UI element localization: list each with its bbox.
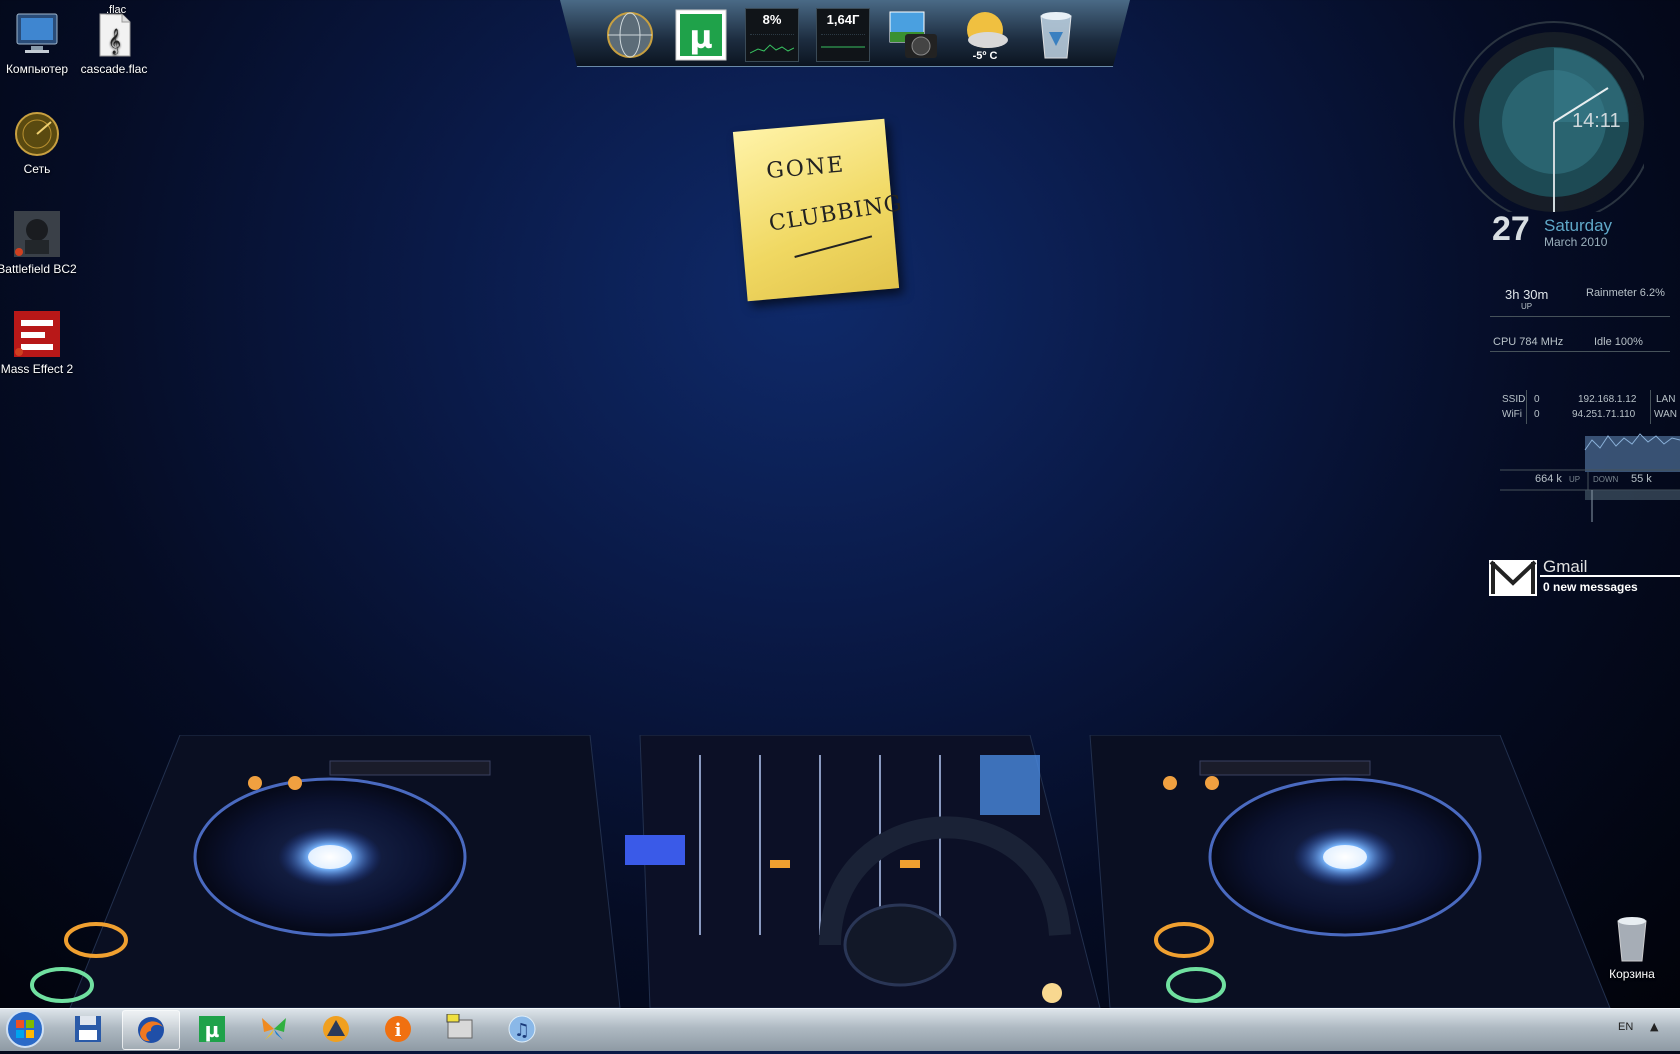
weather-sun-icon	[967, 12, 1008, 48]
desktop-icon-cascade-flac[interactable]: 𝄞 .flac cascade.flac	[74, 4, 154, 76]
taskbar-app-itunes[interactable]: ♫	[494, 1010, 550, 1048]
upload-value: 664 k	[1535, 473, 1562, 485]
date-month-year: March 2010	[1544, 235, 1608, 249]
wifi-label: WiFi	[1502, 409, 1522, 420]
dock-cpu-meter[interactable]: 8%	[745, 8, 799, 62]
ssid-label: SSID	[1502, 394, 1526, 405]
computer-icon	[13, 10, 61, 58]
taskbar-app-butterfly[interactable]	[246, 1010, 302, 1048]
utorrent-icon: µ	[675, 9, 727, 61]
weather-temperature: -5º C	[972, 50, 998, 62]
svg-text:µ: µ	[205, 1018, 220, 1042]
language-indicator[interactable]: EN	[1618, 1021, 1633, 1033]
ssid-value: 0	[1534, 394, 1540, 405]
lan-ip: 192.168.1.12	[1578, 394, 1637, 405]
desktop-icon-label: cascade.flac	[80, 62, 148, 76]
memory-meter-value: 1,64Г	[826, 12, 860, 27]
uptime-value: 3h 30m	[1505, 287, 1549, 302]
taskbar-app-save[interactable]	[60, 1010, 116, 1048]
download-label: DOWN	[1593, 475, 1619, 484]
tray-expand-arrow[interactable]: ▲	[1650, 1020, 1658, 1033]
music-note-icon: ♫	[508, 1015, 536, 1043]
upload-label: UP	[1569, 475, 1581, 484]
desktop-icon-label: Mass Effect 2	[0, 362, 74, 376]
wan-label: WAN	[1654, 409, 1677, 420]
globe-icon	[607, 12, 653, 58]
dock-globe[interactable]	[603, 8, 657, 62]
desktop-icon-recycle-bin[interactable]: Корзина	[1592, 915, 1672, 981]
clock-time: 14:11	[1572, 110, 1621, 132]
display-monitor-icon	[446, 1014, 473, 1039]
divider	[1490, 316, 1670, 317]
dock-recycle-bin[interactable]	[1029, 8, 1083, 62]
trash-icon	[1040, 12, 1072, 59]
divider	[1650, 390, 1651, 424]
desktop-icon-network[interactable]: Сеть	[0, 110, 77, 176]
taskbar-app-display[interactable]	[432, 1010, 488, 1048]
divider	[1526, 390, 1527, 424]
dock-photo-gallery[interactable]	[887, 8, 941, 62]
floppy-disk-icon	[75, 1016, 101, 1042]
cpu-frequency: CPU 784 MHz	[1493, 336, 1564, 348]
uptime-label: UP	[1521, 302, 1533, 311]
start-button[interactable]	[0, 1008, 50, 1050]
desktop-icon-label: Сеть	[23, 162, 51, 176]
taskbar-app-media-player[interactable]	[308, 1010, 364, 1048]
desktop-icon-computer[interactable]: Компьютер	[0, 10, 77, 76]
audio-file-icon: 𝄞 .flac	[90, 4, 138, 58]
wifi-value: 0	[1534, 409, 1540, 420]
utorrent-icon: µ	[199, 1016, 225, 1042]
gmail-envelope-icon[interactable]	[1488, 559, 1538, 597]
svg-text:µ: µ	[689, 18, 713, 56]
taskbar-app-info[interactable]: i	[370, 1010, 426, 1048]
cpu-idle: Idle 100%	[1594, 336, 1643, 348]
camera-photo-icon	[889, 11, 937, 58]
windows-orb-icon	[6, 1010, 44, 1048]
butterfly-icon	[262, 1018, 286, 1040]
wan-ip: 94.251.71.110	[1572, 409, 1636, 420]
battlefield-game-icon	[13, 210, 61, 258]
gmail-title: Gmail	[1543, 557, 1588, 576]
svg-text:♫: ♫	[514, 1020, 530, 1041]
dock-memory-meter[interactable]: 1,64Г	[816, 8, 870, 62]
file-type-badge: .flac	[106, 4, 127, 16]
lan-label: LAN	[1656, 394, 1676, 405]
date-weekday: Saturday	[1544, 216, 1613, 235]
cpu-meter-value: 8%	[762, 12, 782, 27]
svg-text:i: i	[395, 1020, 402, 1041]
media-player-cone-icon	[323, 1016, 349, 1042]
desktop-icon-label: Battlefield BC2	[0, 262, 77, 276]
desktop-icon-label: Корзина	[1609, 967, 1655, 981]
recycle-bin-icon	[1608, 915, 1656, 963]
cpu-graph	[750, 34, 794, 54]
firefox-icon	[138, 1017, 164, 1043]
info-icon: i	[385, 1016, 411, 1042]
rainmeter-usage: Rainmeter 6.2%	[1586, 287, 1665, 299]
network-traffic-graph	[1500, 433, 1680, 522]
svg-text:𝄞: 𝄞	[108, 28, 121, 54]
sticky-underline	[794, 235, 873, 258]
dock-weather[interactable]: -5º C	[958, 8, 1012, 62]
dock-utorrent[interactable]: µ	[674, 8, 728, 62]
sticky-line-1: GONE	[765, 152, 847, 185]
date-day: 27	[1492, 210, 1530, 248]
desktop-icon-battlefield[interactable]: Battlefield BC2	[0, 210, 77, 276]
taskbar-app-utorrent[interactable]: µ	[184, 1010, 240, 1048]
download-value: 55 k	[1631, 473, 1652, 485]
wallpaper-dj-equipment	[30, 735, 1611, 1008]
taskbar-app-firefox[interactable]	[122, 1010, 180, 1050]
gmail-messages: 0 new messages	[1543, 580, 1638, 594]
network-radar-icon	[13, 110, 61, 158]
memory-graph	[821, 34, 865, 48]
desktop-icon-label: Компьютер	[5, 62, 69, 76]
desktop-icon-mass-effect[interactable]: Mass Effect 2	[0, 310, 77, 376]
sticky-line-2: CLUBBING	[767, 190, 905, 237]
divider	[1490, 351, 1670, 352]
mass-effect-game-icon	[13, 310, 61, 358]
sticky-note[interactable]: GONE CLUBBING	[732, 118, 904, 302]
